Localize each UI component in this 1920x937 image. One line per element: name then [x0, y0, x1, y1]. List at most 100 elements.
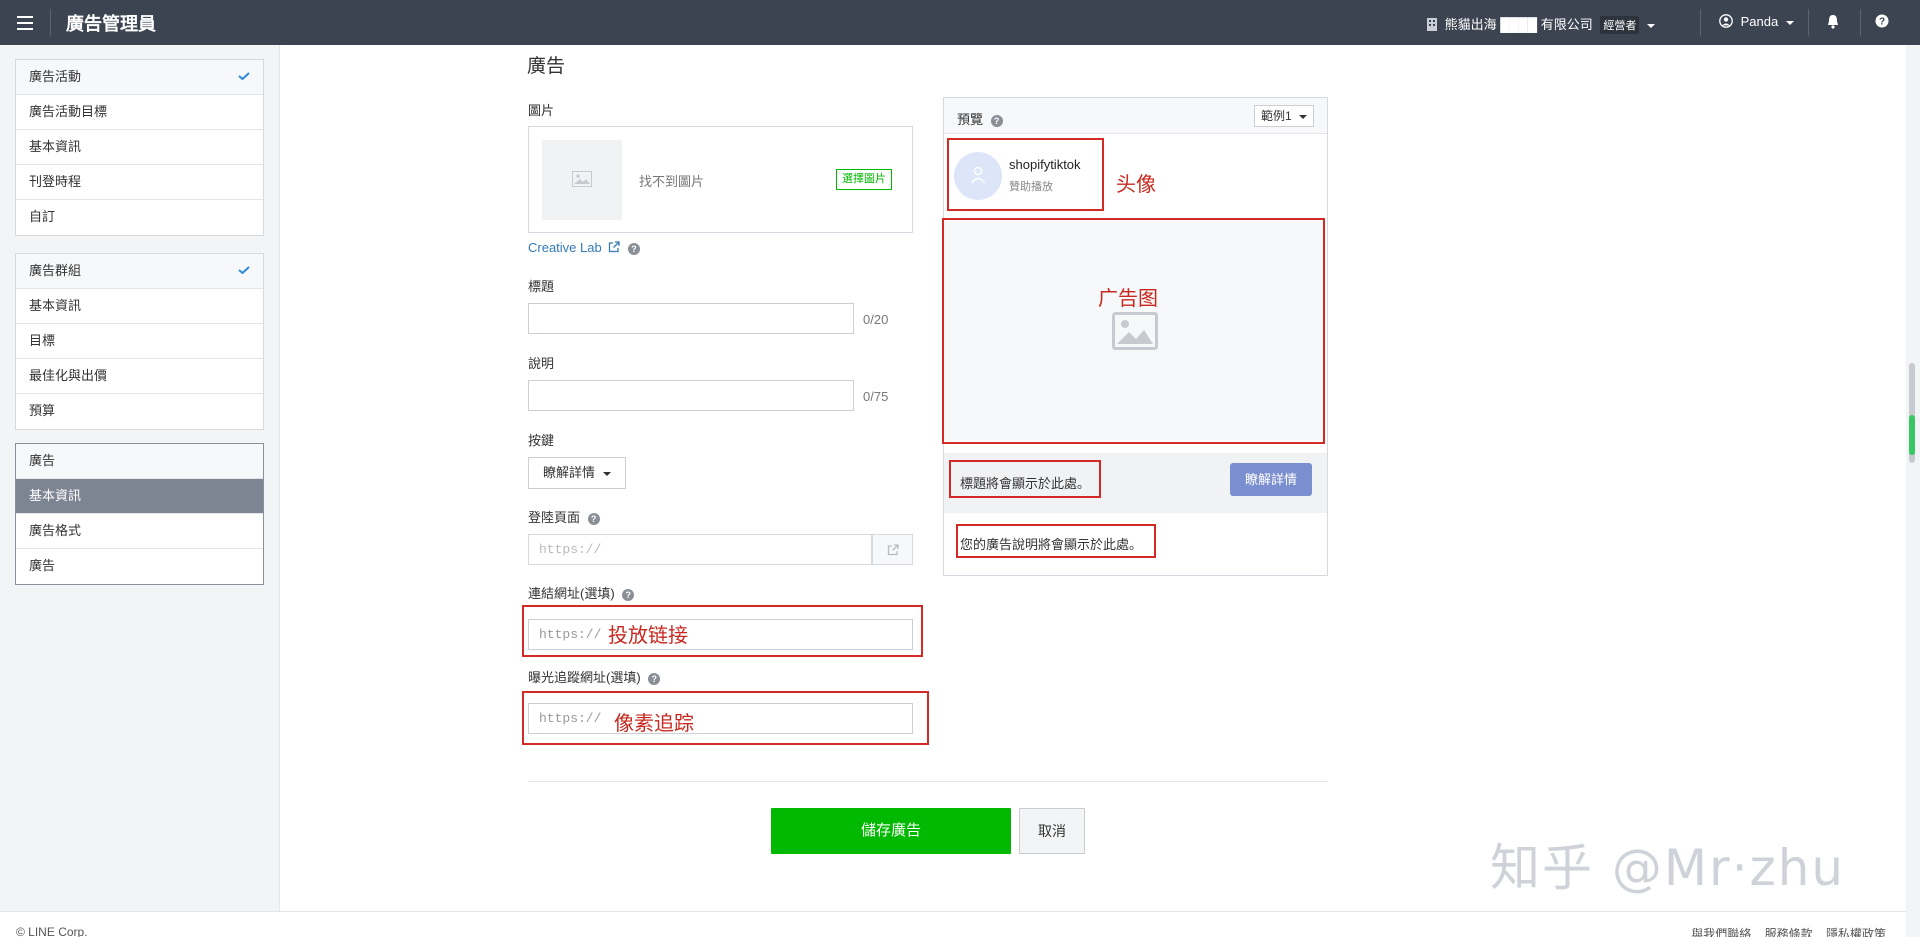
image-thumbnail: [542, 140, 622, 220]
svg-text:?: ?: [1879, 17, 1885, 28]
preview-header: 預覽 ? 範例1: [944, 98, 1327, 134]
navbar-divider: [50, 9, 51, 36]
sidebar-item-campaign[interactable]: 廣告活動: [16, 60, 263, 95]
sidebar-item-budget[interactable]: 預算: [16, 394, 263, 429]
navbar-divider: [1808, 9, 1809, 36]
form-divider: [528, 781, 1328, 782]
chevron-down-icon: [1785, 20, 1794, 25]
footer-link-terms[interactable]: 服務條款: [1765, 927, 1813, 937]
annotation-label-avatar: 头像: [1116, 172, 1156, 196]
sidebar-item-label: 預算: [29, 403, 56, 418]
page-scrollbar[interactable]: [1906, 45, 1920, 937]
role-badge: 經營者: [1600, 16, 1640, 34]
footer-link-contact[interactable]: 與我們聯絡: [1691, 927, 1751, 937]
sidebar-item-adgroup-basic-info[interactable]: 基本資訊: [16, 289, 263, 324]
image-placeholder-icon: [572, 171, 592, 187]
watermark: 知乎 @Mr·zhu: [1490, 839, 1846, 897]
annotation-box-pixel: [522, 691, 929, 745]
account-switcher[interactable]: 熊貓出海 ████ 有限公司 經營者: [1427, 14, 1655, 34]
help-icon[interactable]: ?: [990, 115, 1003, 127]
sidebar-item-adgroup[interactable]: 廣告群組: [16, 254, 263, 289]
sidebar-item-label: 廣告群組: [29, 263, 82, 278]
example-selector-value: 範例1: [1260, 109, 1292, 123]
sidebar-item-label: 基本資訊: [29, 139, 82, 154]
sidebar-item-ad-creative[interactable]: 廣告: [16, 549, 263, 584]
nav-group-ad: 廣告 基本資訊 廣告格式 廣告: [15, 443, 264, 585]
chevron-down-icon: [1299, 114, 1307, 119]
company-name: 熊貓出海 ████ 有限公司: [1444, 17, 1593, 32]
sidebar-item-label: 基本資訊: [29, 488, 82, 503]
title-input[interactable]: [528, 303, 854, 334]
hamburger-menu-icon[interactable]: [14, 12, 36, 34]
sidebar-item-optimization-bidding[interactable]: 最佳化與出價: [16, 359, 263, 394]
link-url-label-text: 連結網址(選填): [528, 586, 615, 601]
sidebar-item-label: 刊登時程: [29, 174, 82, 189]
footer: © LINE Corp. 與我們聯絡 服務條款 隱私權政策: [0, 911, 1906, 937]
annotation-label-ad-image: 广告图: [1098, 286, 1158, 310]
nav-group-adgroup: 廣告群組 基本資訊 目標 最佳化與出價 預算: [15, 253, 264, 430]
annotation-box-description: [956, 524, 1156, 558]
sidebar-item-label: 基本資訊: [29, 298, 82, 313]
preview-cta-button: 瞭解詳情: [1230, 463, 1312, 496]
example-selector[interactable]: 範例1: [1253, 105, 1314, 127]
help-circle-icon: ?: [1875, 14, 1889, 28]
sidebar-item-campaign-basic-info[interactable]: 基本資訊: [16, 130, 263, 165]
help-icon[interactable]: ?: [622, 589, 635, 601]
sidebar-item-label: 廣告格式: [29, 523, 82, 538]
left-sidebar: 廣告活動 廣告活動目標 基本資訊 刊登時程 自訂 廣告群組 基本資訊 目標 最佳…: [0, 45, 280, 937]
preview-title: 預覽 ?: [957, 109, 1003, 128]
sidebar-item-ad-basic-info[interactable]: 基本資訊: [16, 479, 263, 514]
sidebar-item-label: 廣告活動目標: [29, 104, 108, 119]
annotation-box-link: [522, 605, 923, 657]
description-char-counter: 0/75: [863, 389, 889, 404]
cta-button-dropdown[interactable]: 瞭解詳情: [528, 457, 626, 489]
building-icon: [1427, 18, 1437, 31]
help-icon[interactable]: ?: [648, 673, 661, 685]
external-link-icon: [609, 241, 620, 253]
creative-lab-link[interactable]: Creative Lab ?: [528, 240, 640, 255]
app-title: 廣告管理員: [66, 14, 156, 34]
nav-group-campaign: 廣告活動 廣告活動目標 基本資訊 刊登時程 自訂: [15, 59, 264, 236]
tracking-url-label-text: 曝光追蹤網址(選填): [528, 670, 641, 685]
annotation-label-link: 投放链接: [608, 623, 688, 647]
sidebar-item-label: 廣告活動: [29, 69, 82, 84]
button-label: 按鍵: [528, 433, 555, 448]
sidebar-item-label: 目標: [29, 333, 56, 348]
sidebar-item-label: 廣告: [29, 558, 56, 573]
help-button[interactable]: ?: [1875, 14, 1889, 31]
help-icon[interactable]: ?: [587, 513, 600, 525]
sidebar-item-label: 自訂: [29, 209, 56, 224]
tracking-url-label: 曝光追蹤網址(選填) ?: [528, 667, 661, 686]
sidebar-item-ad[interactable]: 廣告: [16, 444, 263, 479]
annotation-box-ad-image: [942, 218, 1325, 444]
select-image-button[interactable]: 選擇圖片: [836, 169, 892, 190]
sidebar-item-custom[interactable]: 自訂: [16, 200, 263, 235]
landing-page-input[interactable]: https://: [528, 534, 872, 565]
open-landing-page-button[interactable]: [872, 534, 913, 565]
sidebar-item-targeting[interactable]: 目標: [16, 324, 263, 359]
help-icon[interactable]: ?: [627, 243, 640, 255]
footer-link-privacy[interactable]: 隱私權政策: [1826, 927, 1886, 937]
cancel-button[interactable]: 取消: [1019, 808, 1085, 854]
description-input[interactable]: [528, 380, 854, 411]
title-char-counter: 0/20: [863, 312, 889, 327]
save-ad-button[interactable]: 儲存廣告: [771, 808, 1011, 854]
chevron-down-icon: [1646, 23, 1655, 28]
title-label: 標題: [528, 279, 555, 294]
no-image-text: 找不到圖片: [639, 174, 705, 189]
user-menu[interactable]: Panda: [1719, 14, 1794, 29]
sidebar-item-ad-format[interactable]: 廣告格式: [16, 514, 263, 549]
user-name: Panda: [1740, 14, 1779, 29]
top-navbar: 廣告管理員 熊貓出海 ████ 有限公司 經營者 Panda ?: [0, 0, 1920, 45]
landing-page-label-text: 登陸頁面: [528, 510, 581, 525]
sidebar-item-campaign-objective[interactable]: 廣告活動目標: [16, 95, 263, 130]
sidebar-item-schedule[interactable]: 刊登時程: [16, 165, 263, 200]
cta-dropdown-value: 瞭解詳情: [543, 465, 596, 480]
annotation-label-pixel: 像素追踪: [614, 711, 694, 735]
check-icon: [238, 72, 250, 80]
chevron-down-icon: [602, 471, 611, 476]
notifications-button[interactable]: [1826, 14, 1840, 32]
sidebar-item-label: 廣告: [29, 453, 56, 468]
description-label: 說明: [528, 356, 555, 371]
creative-lab-label: Creative Lab: [528, 240, 602, 255]
